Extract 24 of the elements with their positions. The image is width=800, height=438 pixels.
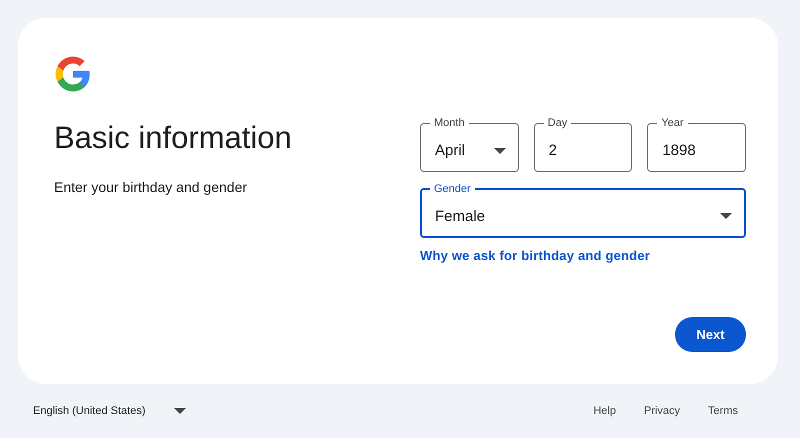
field-label: Month bbox=[433, 116, 466, 130]
field-label: Year bbox=[660, 116, 685, 130]
field-label: Gender bbox=[433, 182, 472, 196]
caret-icon bbox=[720, 213, 732, 219]
logo-icon bbox=[54, 55, 92, 93]
language-select[interactable]: English (United States) bbox=[33, 405, 186, 417]
page-title: Basic information bbox=[54, 120, 293, 156]
input-field[interactable]: Year 1898 bbox=[647, 116, 746, 172]
field-value: 1898 bbox=[662, 142, 697, 159]
caret-icon bbox=[174, 408, 186, 414]
select-field[interactable]: Gender Female bbox=[420, 182, 746, 238]
next-button[interactable]: Next bbox=[675, 317, 746, 352]
field-label: Day bbox=[546, 116, 568, 130]
info-link[interactable]: Why we ask for birthday and gender bbox=[420, 248, 650, 263]
footer-link[interactable]: Privacy bbox=[644, 405, 680, 417]
caret-icon bbox=[494, 148, 506, 154]
select-field[interactable]: Month April bbox=[420, 116, 519, 172]
footer-link[interactable]: Help bbox=[593, 405, 616, 417]
input-field[interactable]: Day 2 bbox=[534, 116, 632, 172]
page-subtitle: Enter your birthday and gender bbox=[54, 179, 248, 195]
field-value: 2 bbox=[548, 142, 558, 159]
footer-link[interactable]: Terms bbox=[708, 405, 738, 417]
field-value: April bbox=[435, 142, 466, 159]
field-value: Female bbox=[435, 208, 486, 224]
